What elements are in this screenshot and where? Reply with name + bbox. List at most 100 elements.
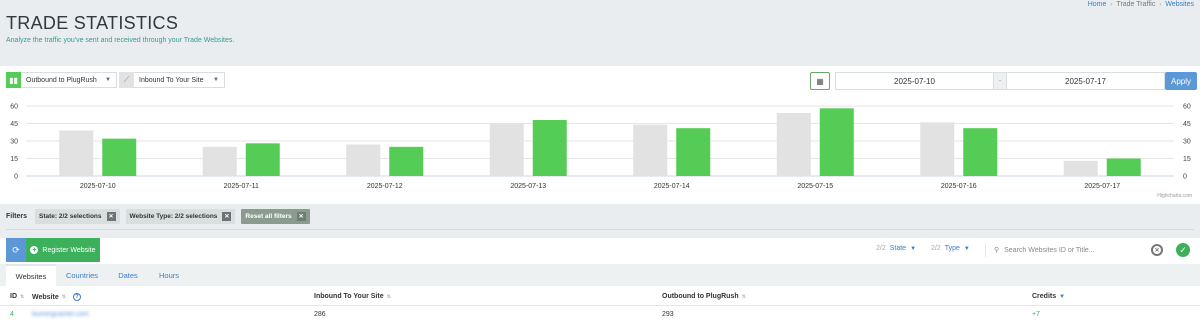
plus-icon: + <box>30 246 39 254</box>
y-tick-label-left: 45 <box>10 121 18 128</box>
bar-outbound <box>245 143 280 176</box>
y-tick-label-left: 15 <box>10 156 18 163</box>
filters-label: Filters <box>6 212 28 220</box>
close-icon[interactable]: ✕ <box>106 211 116 221</box>
type-filter-dropdown[interactable]: 2/2 Type ▼ <box>931 245 970 252</box>
help-icon[interactable]: ? <box>72 293 81 301</box>
bar-inbound <box>1063 160 1098 176</box>
chart-credits[interactable]: Highcharts.com <box>1157 193 1192 199</box>
caret-down-icon: ▼ <box>963 245 970 252</box>
series2-selector[interactable]: ⟋ Inbound To Your Site ▼ <box>119 72 225 88</box>
breadcrumb-home[interactable]: Home <box>1088 1 1107 8</box>
date-from-input[interactable]: 2025-07-10 <box>835 72 994 90</box>
bar-outbound <box>1106 158 1141 176</box>
filters-row: Filters State: 2/2 selections ✕ Website T… <box>0 208 1200 224</box>
line-chart-icon: ⟋ <box>119 72 134 88</box>
bar-inbound <box>776 113 811 176</box>
x-tick-label: 2025-07-11 <box>224 183 259 190</box>
tab-websites[interactable]: Websites <box>6 264 56 286</box>
bar-outbound <box>532 120 567 176</box>
bar-outbound <box>389 146 424 176</box>
caret-down-icon: ▼ <box>910 245 917 252</box>
websites-panel: ⟳ + Register Website 2/2 State ▼ 2/2 Typ… <box>0 238 1200 332</box>
chevron-right-icon: › <box>1110 1 1113 8</box>
bar-inbound <box>346 144 381 176</box>
table-row: 4 bumingcamel.com 286 293 +7 <box>0 308 1200 324</box>
sort-icon: ⇅ <box>61 294 66 300</box>
y-tick-label-right: 0 <box>1183 174 1187 181</box>
col-outbound[interactable]: Outbound to PlugRush ⇅ <box>662 293 746 300</box>
bar-inbound <box>489 123 524 176</box>
tab-bar: Websites Countries Dates Hours <box>0 264 1200 286</box>
calendar-icon[interactable]: ▦ <box>810 72 830 90</box>
table-header: ID ⇅ Website ⇅? Inbound To Your Site ⇅ Outb… <box>0 288 1200 306</box>
register-website-button[interactable]: + Register Website <box>26 238 100 262</box>
reset-filters-button[interactable]: Reset all filters ✕ <box>241 208 310 224</box>
check-icon[interactable]: ✓ <box>1176 243 1190 257</box>
col-id[interactable]: ID ⇅ <box>10 293 24 300</box>
bar-inbound <box>920 122 955 176</box>
filter-chip-website-type[interactable]: Website Type: 2/2 selections ✕ <box>125 208 236 224</box>
row-website-link[interactable]: bumingcamel.com <box>32 311 89 318</box>
bar-outbound <box>963 128 998 176</box>
traffic-chart: 0 0 15 15 30 30 45 45 60 60 2025-07-10 2025-07-11 20… <box>10 104 1191 191</box>
chevron-right-icon: › <box>1159 1 1162 8</box>
sort-icon: ⇅ <box>741 293 746 300</box>
tab-hours[interactable]: Hours <box>148 264 190 286</box>
bar-inbound <box>59 130 94 176</box>
date-to-input[interactable]: 2025-07-17 <box>1006 72 1165 90</box>
row-credits: +7 <box>1032 311 1040 318</box>
search-input[interactable]: ⚲ Search Websites ID or Title... <box>985 243 1143 257</box>
y-tick-label-left: 60 <box>10 104 18 111</box>
y-tick-label-right: 15 <box>1183 156 1191 163</box>
sort-icon: ⇅ <box>386 293 391 300</box>
row-inbound: 286 <box>314 311 326 318</box>
page-subtitle: Analyze the traffic you've sent and rece… <box>6 37 235 44</box>
x-tick-label: 2025-07-15 <box>797 183 833 190</box>
breadcrumb: Home › Trade Traffic › Websites <box>1088 1 1194 8</box>
state-filter-dropdown[interactable]: 2/2 State ▼ <box>876 245 916 252</box>
series1-label: Outbound to PlugRush <box>26 76 97 84</box>
y-tick-label-right: 60 <box>1183 104 1191 111</box>
bar-chart-icon: ▮▮ <box>6 72 21 88</box>
sort-desc-icon: ▼ <box>1059 293 1066 300</box>
y-tick-label-right: 45 <box>1183 121 1191 128</box>
col-inbound[interactable]: Inbound To Your Site ⇅ <box>314 293 391 300</box>
bar-outbound <box>676 128 711 176</box>
x-tick-label: 2025-07-17 <box>1084 183 1120 190</box>
series1-selector[interactable]: ▮▮ Outbound to PlugRush ▼ <box>6 72 117 88</box>
col-credits[interactable]: Credits ▼ <box>1032 293 1065 300</box>
clear-search-icon[interactable]: ✕ <box>1151 244 1163 256</box>
sort-icon: ⇅ <box>20 293 25 300</box>
x-tick-label: 2025-07-12 <box>367 183 403 190</box>
close-icon[interactable]: ✕ <box>222 211 232 221</box>
breadcrumb-websites: Websites <box>1165 1 1194 8</box>
page-title: TRADE STATISTICS <box>6 13 179 33</box>
bar-outbound <box>819 108 854 176</box>
tab-dates[interactable]: Dates <box>108 264 148 286</box>
bar-outbound <box>102 138 137 176</box>
series2-label: Inbound To Your Site <box>139 76 204 84</box>
close-icon[interactable]: ✕ <box>296 211 306 221</box>
bar-inbound <box>202 146 237 176</box>
x-tick-label: 2025-07-10 <box>80 183 116 190</box>
search-icon: ⚲ <box>994 247 1000 254</box>
col-website[interactable]: Website ⇅? <box>32 293 81 301</box>
page-header: TRADE STATISTICS Analyze the traffic you… <box>0 0 1200 62</box>
x-tick-label: 2025-07-16 <box>941 183 977 190</box>
search-placeholder: Search Websites ID or Title... <box>1004 246 1095 254</box>
date-separator: - <box>994 72 1006 90</box>
apply-button[interactable]: Apply <box>1165 72 1197 90</box>
refresh-icon[interactable]: ⟳ <box>6 238 26 262</box>
divider <box>6 229 1194 230</box>
caret-down-icon: ▼ <box>213 77 219 83</box>
bar-inbound <box>633 124 668 176</box>
x-tick-label: 2025-07-13 <box>510 183 546 190</box>
filter-chip-state[interactable]: State: 2/2 selections ✕ <box>35 208 120 224</box>
y-tick-label-left: 0 <box>14 174 18 181</box>
row-outbound: 293 <box>662 311 674 318</box>
x-tick-label: 2025-07-14 <box>654 183 690 190</box>
breadcrumb-trade-traffic[interactable]: Trade Traffic <box>1116 1 1155 8</box>
list-toolbar: ⟳ + Register Website 2/2 State ▼ 2/2 Typ… <box>0 238 1200 262</box>
tab-countries[interactable]: Countries <box>56 264 108 286</box>
